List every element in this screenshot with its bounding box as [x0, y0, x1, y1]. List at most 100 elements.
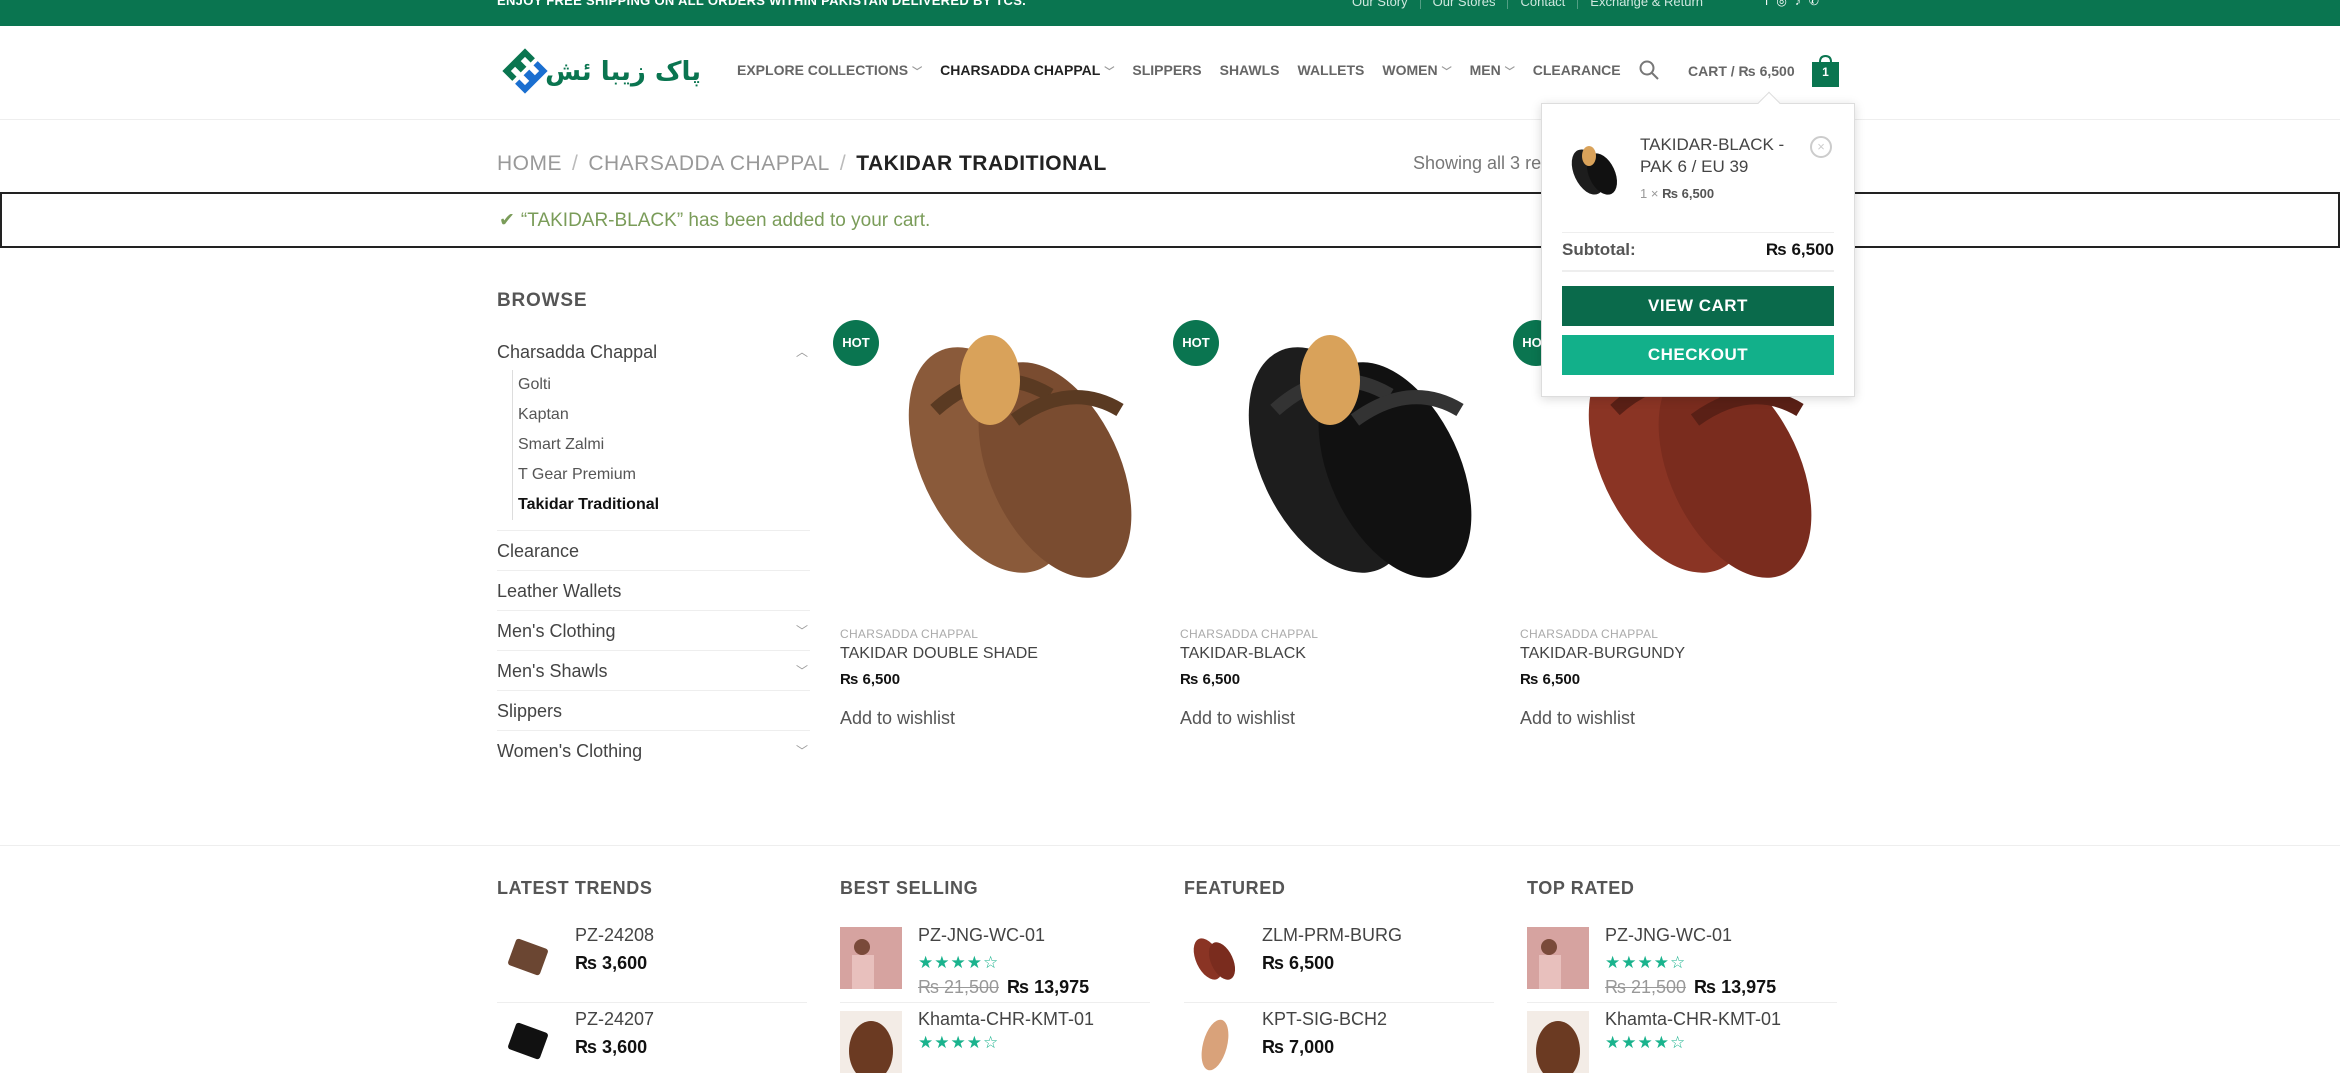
remove-item-icon[interactable]: × — [1810, 136, 1832, 158]
list-item[interactable]: PZ-24207 ₨ 3,600 — [497, 1003, 807, 1080]
top-links: Our Story Our Stores Contact Exchange & … — [1340, 0, 1715, 9]
phone-icon[interactable]: ✆ — [1809, 0, 1819, 8]
sidebar-item-leather-wallets[interactable]: Leather Wallets — [497, 571, 810, 611]
top-announcement-bar: ENJOY FREE SHIPPING ON ALL ORDERS WITHIN… — [0, 0, 2340, 26]
sidebar-title: BROWSE — [497, 290, 588, 311]
footer-top-rated: TOP RATED PZ-JNG-WC-01 ★★★★☆ ₨ 21,500 ₨ 1… — [1527, 878, 1837, 1080]
sidebar-sub-takidar-traditional[interactable]: Takidar Traditional — [518, 490, 810, 520]
nav-clearance[interactable]: CLEARANCE — [1533, 62, 1621, 78]
nav-women[interactable]: WOMEN ﹀ — [1382, 62, 1451, 78]
list-item[interactable]: PZ-24208 ₨ 3,600 — [497, 919, 807, 1003]
checkout-button[interactable]: CHECKOUT — [1562, 335, 1834, 375]
sidebar-sub-kaptan[interactable]: Kaptan — [518, 400, 810, 430]
product-name[interactable]: TAKIDAR-BURGUNDY — [1520, 645, 1842, 663]
nav-explore-collections[interactable]: EXPLORE COLLECTIONS ﹀ — [737, 62, 922, 78]
product-price: ₨ 6,500 — [840, 671, 901, 688]
add-to-wishlist-link[interactable]: Add to wishlist — [1520, 708, 1842, 729]
list-item[interactable]: PZ-JNG-WC-01 ★★★★☆ ₨ 21,500 ₨ 13,975 — [1527, 919, 1837, 1003]
product-price: ₨ 6,500 — [1180, 671, 1241, 688]
chevron-down-icon: ﹀ — [1441, 66, 1452, 78]
chappal-thumb[interactable] — [1184, 1011, 1246, 1073]
top-link-our-story[interactable]: Our Story — [1340, 0, 1420, 9]
breadcrumb: HOME / CHARSADDA CHAPPAL / TAKIDAR TRADITION… — [497, 152, 1107, 175]
nav-charsadda-chappal[interactable]: CHARSADDA CHAPPAL ﹀ — [940, 62, 1114, 78]
tiktok-icon[interactable]: ♪ — [1795, 0, 1801, 8]
clothing-thumb[interactable] — [840, 927, 902, 989]
cart-link[interactable]: CART / ₨ 6,500 — [1688, 63, 1795, 79]
list-item[interactable]: Khamta-CHR-KMT-01 ★★★★☆ — [1527, 1003, 1837, 1080]
clothing-thumb[interactable] — [1527, 927, 1589, 989]
sidebar-item-mens-clothing[interactable]: Men's Clothing ﹀ — [497, 611, 810, 651]
product-card[interactable]: HOT CHARSADDA CHAPPAL TAKIDAR-BLACK ₨ 6,… — [1173, 300, 1502, 729]
chappal-thumb[interactable] — [840, 1011, 902, 1073]
add-to-wishlist-link[interactable]: Add to wishlist — [1180, 708, 1502, 729]
top-link-contact[interactable]: Contact — [1507, 0, 1577, 9]
breadcrumb-charsadda[interactable]: CHARSADDA CHAPPAL — [588, 152, 830, 175]
main-nav: EXPLORE COLLECTIONS ﹀ CHARSADDA CHAPPAL ﹀ … — [737, 62, 1639, 78]
product-name[interactable]: TAKIDAR DOUBLE SHADE — [840, 645, 1162, 663]
mini-cart-item-name[interactable]: TAKIDAR-BLACK - PAK 6 / EU 39 — [1640, 134, 1810, 178]
chevron-up-icon[interactable]: ︿ — [796, 334, 808, 370]
product-price: ₨ 6,500 — [1520, 671, 1581, 688]
list-item[interactable]: Khamta-CHR-KMT-01 ★★★★☆ — [840, 1003, 1150, 1080]
product-category[interactable]: CHARSADDA CHAPPAL — [1520, 627, 1842, 641]
nav-wallets[interactable]: WALLETS — [1298, 62, 1365, 78]
site-logo[interactable]: پاک زیبا ئش — [497, 44, 707, 98]
sidebar-sub-golti[interactable]: Golti — [518, 370, 810, 400]
nav-slippers[interactable]: SLIPPERS — [1132, 62, 1201, 78]
top-link-exchange[interactable]: Exchange & Return — [1577, 0, 1715, 9]
product-image-takidar-double-shade[interactable] — [840, 300, 1162, 610]
wallet-thumb[interactable] — [497, 1011, 559, 1073]
mini-cart-item-qty: 1 × ₨ 6,500 — [1640, 186, 1715, 201]
list-item[interactable]: KPT-SIG-BCH2 ₨ 7,000 — [1184, 1003, 1494, 1080]
footer-col-title: BEST SELLING — [840, 878, 979, 898]
facebook-icon[interactable]: f — [1765, 0, 1768, 8]
sidebar-item-womens-clothing[interactable]: Women's Clothing ﹀ — [497, 731, 810, 771]
product-card[interactable]: HOT CHARSADDA CHAPPAL TAKIDAR DOUBLE SHA… — [833, 300, 1162, 729]
sidebar-sub-t-gear-premium[interactable]: T Gear Premium — [518, 460, 810, 490]
chevron-down-icon[interactable]: ﹀ — [796, 651, 808, 691]
footer-col-title: FEATURED — [1184, 878, 1286, 898]
rating-stars: ★★★★☆ — [918, 953, 1000, 972]
footer-col-title: LATEST TRENDS — [497, 878, 653, 898]
product-image-takidar-black[interactable] — [1180, 300, 1502, 610]
nav-shawls[interactable]: SHAWLS — [1220, 62, 1280, 78]
cart-bag-icon[interactable]: 1 — [1811, 54, 1840, 88]
list-item[interactable]: ZLM-PRM-BURG ₨ 6,500 — [1184, 919, 1494, 1003]
subtotal-value: ₨ 6,500 — [1765, 240, 1834, 259]
product-category[interactable]: CHARSADDA CHAPPAL — [1180, 627, 1502, 641]
sidebar-item-clearance[interactable]: Clearance — [497, 531, 810, 571]
view-cart-button[interactable]: VIEW CART — [1562, 286, 1834, 326]
product-category[interactable]: CHARSADDA CHAPPAL — [840, 627, 1162, 641]
hot-badge: HOT — [833, 320, 879, 366]
sidebar-sub-smart-zalmi[interactable]: Smart Zalmi — [518, 430, 810, 460]
checkmark-icon: ✔ — [499, 210, 515, 231]
rating-stars: ★★★★☆ — [1605, 953, 1687, 972]
breadcrumb-home[interactable]: HOME — [497, 152, 562, 175]
chevron-down-icon[interactable]: ﹀ — [796, 611, 808, 651]
sidebar-item-charsadda-chappal[interactable]: Charsadda Chappal ︿ — [497, 334, 810, 370]
mini-cart-item-thumb[interactable] — [1562, 138, 1626, 202]
instagram-icon[interactable]: ◎ — [1776, 0, 1786, 8]
chappal-thumb[interactable] — [1184, 927, 1246, 989]
chevron-down-icon: ﹀ — [912, 66, 923, 78]
rating-stars: ★★★★☆ — [1605, 1033, 1687, 1052]
top-link-our-stores[interactable]: Our Stores — [1419, 0, 1508, 9]
chappal-thumb[interactable] — [1527, 1011, 1589, 1073]
cart-count: 1 — [1822, 65, 1829, 79]
product-name[interactable]: TAKIDAR-BLACK — [1180, 645, 1502, 663]
mini-cart-subtotal: Subtotal: ₨ 6,500 — [1562, 232, 1834, 272]
wallet-thumb[interactable] — [497, 927, 559, 989]
search-icon[interactable] — [1638, 59, 1660, 81]
list-item[interactable]: PZ-JNG-WC-01 ★★★★☆ ₨ 21,500 ₨ 13,975 — [840, 919, 1150, 1003]
sidebar-sublist: Golti Kaptan Smart Zalmi T Gear Premium … — [512, 370, 810, 520]
footer-latest-trends: LATEST TRENDS PZ-24208 ₨ 3,600 PZ-24207 … — [497, 878, 807, 1080]
rating-stars: ★★★★☆ — [918, 1033, 1000, 1052]
sidebar-item-mens-shawls[interactable]: Men's Shawls ﹀ — [497, 651, 810, 691]
hot-badge: HOT — [1173, 320, 1219, 366]
sidebar-item-slippers[interactable]: Slippers — [497, 691, 810, 731]
add-to-wishlist-link[interactable]: Add to wishlist — [840, 708, 1162, 729]
nav-men[interactable]: MEN ﹀ — [1470, 62, 1515, 78]
result-count: Showing all 3 re — [1413, 153, 1542, 173]
chevron-down-icon[interactable]: ﹀ — [796, 731, 808, 771]
